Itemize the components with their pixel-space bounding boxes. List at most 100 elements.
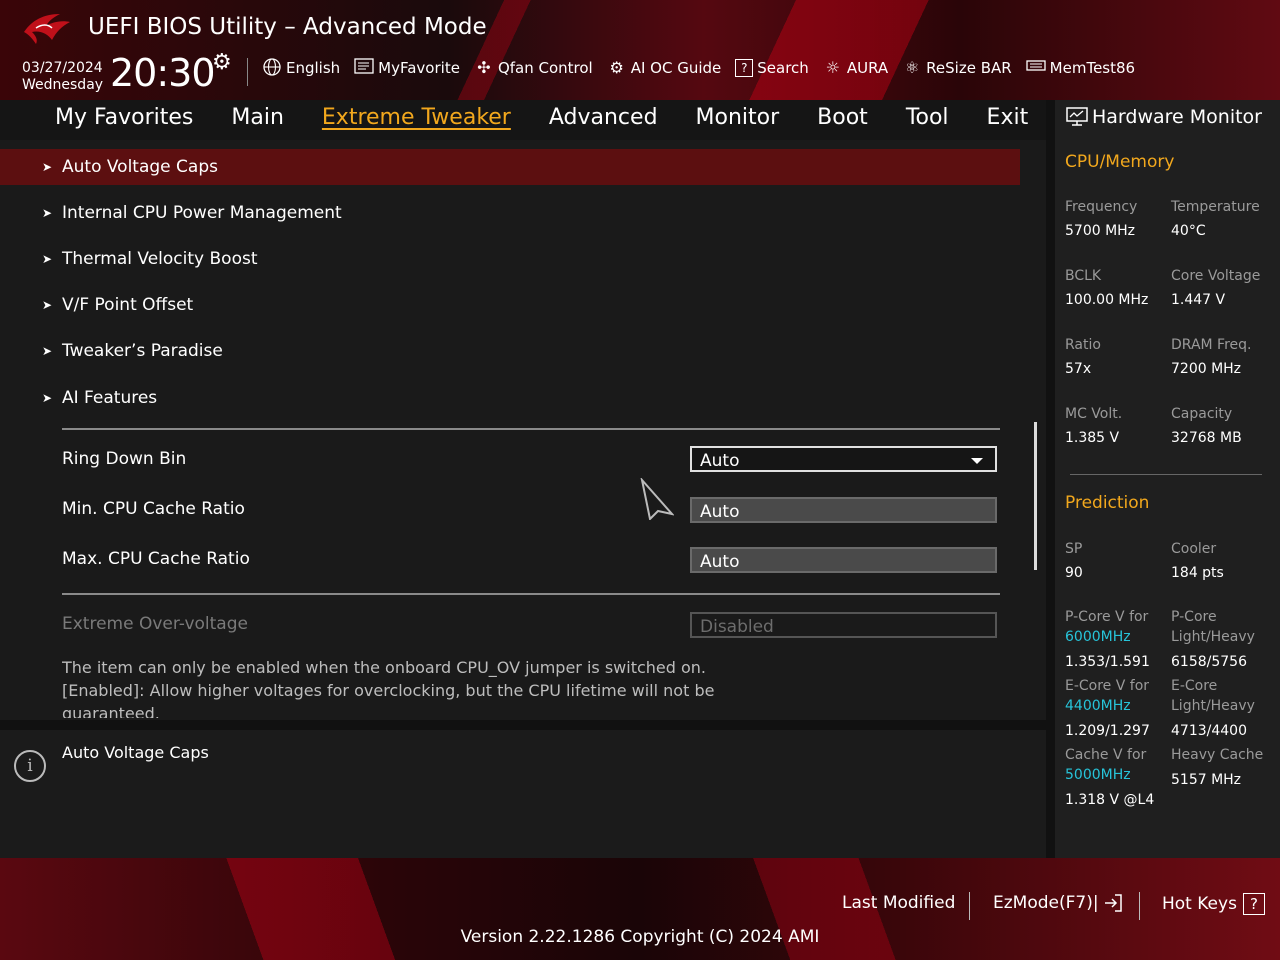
info-text: Auto Voltage Caps — [62, 743, 209, 762]
ecore-v-label: E-Core V for 4400MHz — [1065, 676, 1149, 716]
heavy-cache-label: Heavy Cache — [1171, 747, 1264, 763]
light-heavy-label-text: Light/Heavy — [1171, 698, 1255, 714]
toolbar-search[interactable]: ? Search — [735, 59, 809, 77]
pcore-light-heavy-label: P-Core Light/Heavy — [1171, 607, 1255, 647]
cache-v-label: Cache V for 5000MHz — [1065, 745, 1146, 785]
menu-item-label: AI Features — [62, 388, 158, 408]
heavy-cache-value: 5157 MHz — [1171, 772, 1242, 788]
tab-my-favorites[interactable]: My Favorites — [55, 105, 193, 130]
sp-value: 90 — [1065, 565, 1083, 581]
light-heavy-label-text: Light/Heavy — [1171, 629, 1255, 645]
chevron-right-icon: ➤ — [42, 344, 53, 358]
prediction-section-title: Prediction — [1065, 493, 1150, 513]
cache-v-freq: 5000MHz — [1065, 767, 1131, 783]
menu-item-label: Thermal Velocity Boost — [62, 249, 258, 269]
frequency-label: Frequency — [1065, 199, 1138, 215]
pcore-label-text: P-Core — [1171, 609, 1217, 625]
aura-icon: ☼ — [825, 58, 840, 77]
ecore-label-text: E-Core — [1171, 678, 1218, 694]
bclk-value: 100.00 MHz — [1065, 292, 1149, 308]
min-cpu-cache-ratio-input[interactable]: Auto — [690, 497, 997, 523]
cooler-label: Cooler — [1171, 541, 1217, 557]
toolbar-label: MemTest86 — [1049, 59, 1136, 77]
capacity-value: 32768 MB — [1171, 430, 1242, 446]
ecore-v-label-text: E-Core V for — [1065, 678, 1150, 694]
clock-settings-gear-icon[interactable]: ⚙ — [212, 50, 232, 75]
core-voltage-label: Core Voltage — [1171, 268, 1261, 284]
rog-logo-icon — [24, 14, 70, 44]
toolbar: English MyFavorite ✣ Qfan Control ⚙ AI O… — [262, 58, 1135, 78]
capacity-label: Capacity — [1171, 406, 1233, 422]
help-line: guaranteed. — [62, 704, 160, 718]
setting-help-text: The item can only be enabled when the on… — [62, 656, 762, 718]
ecore-v-freq: 4400MHz — [1065, 698, 1131, 714]
last-modified-button[interactable]: Last Modified — [842, 893, 955, 913]
menu-item-label: Auto Voltage Caps — [62, 157, 218, 177]
tab-boot[interactable]: Boot — [817, 105, 868, 130]
core-voltage-value: 1.447 V — [1171, 292, 1226, 308]
ai-oc-icon: ⚙ — [609, 58, 624, 77]
menu-item-internal-cpu-power-management[interactable]: ➤ Internal CPU Power Management — [0, 195, 1020, 231]
ring-down-bin-select[interactable]: Auto — [690, 446, 997, 472]
ecore-light-heavy-value: 4713/4400 — [1171, 723, 1247, 739]
main-tabs: My Favorites Main Extreme Tweaker Advanc… — [55, 105, 1066, 130]
toolbar-label: MyFavorite — [378, 59, 460, 77]
tab-exit[interactable]: Exit — [987, 105, 1029, 130]
tab-advanced[interactable]: Advanced — [549, 105, 658, 130]
toolbar-separator — [247, 58, 248, 86]
weekday: Wednesday — [22, 77, 104, 93]
max-cpu-cache-ratio-value: Auto — [700, 552, 740, 572]
tab-main[interactable]: Main — [231, 105, 284, 130]
toolbar-label: English — [286, 59, 341, 77]
toolbar-qfan[interactable]: ✣ Qfan Control — [474, 58, 593, 78]
tab-monitor[interactable]: Monitor — [696, 105, 780, 130]
menu-item-vf-point-offset[interactable]: ➤ V/F Point Offset — [0, 287, 1020, 323]
hardware-monitor-title: Hardware Monitor — [1066, 106, 1262, 128]
hardware-monitor-label: Hardware Monitor — [1092, 106, 1262, 128]
toolbar-aura[interactable]: ☼ AURA — [823, 58, 889, 78]
clock: 20:30 — [110, 51, 216, 95]
pcore-v-label: P-Core V for 6000MHz — [1065, 607, 1148, 647]
toolbar-memtest[interactable]: MemTest86 — [1026, 58, 1135, 78]
globe-icon — [262, 58, 282, 78]
tab-tool[interactable]: Tool — [906, 105, 949, 130]
toolbar-label: Qfan Control — [497, 59, 593, 77]
tab-extreme-tweaker[interactable]: Extreme Tweaker — [322, 105, 511, 130]
date: 03/27/2024 — [22, 60, 103, 76]
mouse-cursor-icon — [640, 478, 674, 520]
ezmode-label: EzMode(F7)| — [993, 893, 1099, 913]
ratio-value: 57x — [1065, 361, 1092, 377]
help-icon: ? — [1242, 893, 1265, 915]
toolbar-ai-oc-guide[interactable]: ⚙ AI OC Guide — [607, 58, 722, 78]
help-line: The item can only be enabled when the on… — [62, 658, 707, 677]
bclk-label: BCLK — [1065, 268, 1102, 284]
menu-item-thermal-velocity-boost[interactable]: ➤ Thermal Velocity Boost — [0, 241, 1020, 277]
app-title: UEFI BIOS Utility – Advanced Mode — [88, 14, 487, 40]
frequency-value: 5700 MHz — [1065, 223, 1136, 239]
menu-item-auto-voltage-caps[interactable]: ➤ Auto Voltage Caps — [0, 149, 1020, 185]
section-divider — [62, 428, 1000, 430]
menu-item-label: V/F Point Offset — [62, 295, 194, 315]
toolbar-language[interactable]: English — [262, 58, 340, 78]
monitor-icon — [1066, 107, 1088, 126]
temperature-value: 40°C — [1171, 223, 1206, 239]
menu-item-ai-features[interactable]: ➤ AI Features — [0, 380, 1020, 416]
chevron-right-icon: ➤ — [42, 160, 53, 174]
chevron-down-icon — [971, 458, 983, 464]
pcore-v-freq: 6000MHz — [1065, 629, 1131, 645]
favorite-icon — [354, 58, 374, 78]
resize-bar-icon: ⚛ — [904, 58, 920, 77]
dram-freq-label: DRAM Freq. — [1171, 337, 1252, 353]
ratio-label: Ratio — [1065, 337, 1101, 353]
menu-item-tweakers-paradise[interactable]: ➤ Tweaker’s Paradise — [0, 333, 1020, 369]
settings-scrollbar[interactable] — [1034, 422, 1037, 570]
ezmode-button[interactable]: EzMode(F7)| — [993, 893, 1123, 913]
toolbar-resize-bar[interactable]: ⚛ ReSize BAR — [902, 58, 1012, 78]
cpu-memory-section-title: CPU/Memory — [1065, 152, 1175, 172]
max-cpu-cache-ratio-input[interactable]: Auto — [690, 547, 997, 573]
extreme-over-voltage-label: Extreme Over-voltage — [62, 614, 248, 634]
temperature-label: Temperature — [1171, 199, 1260, 215]
toolbar-myfavorite[interactable]: MyFavorite — [354, 58, 460, 78]
hot-keys-button[interactable]: Hot Keys ? — [1162, 893, 1265, 915]
info-icon: i — [14, 750, 46, 782]
